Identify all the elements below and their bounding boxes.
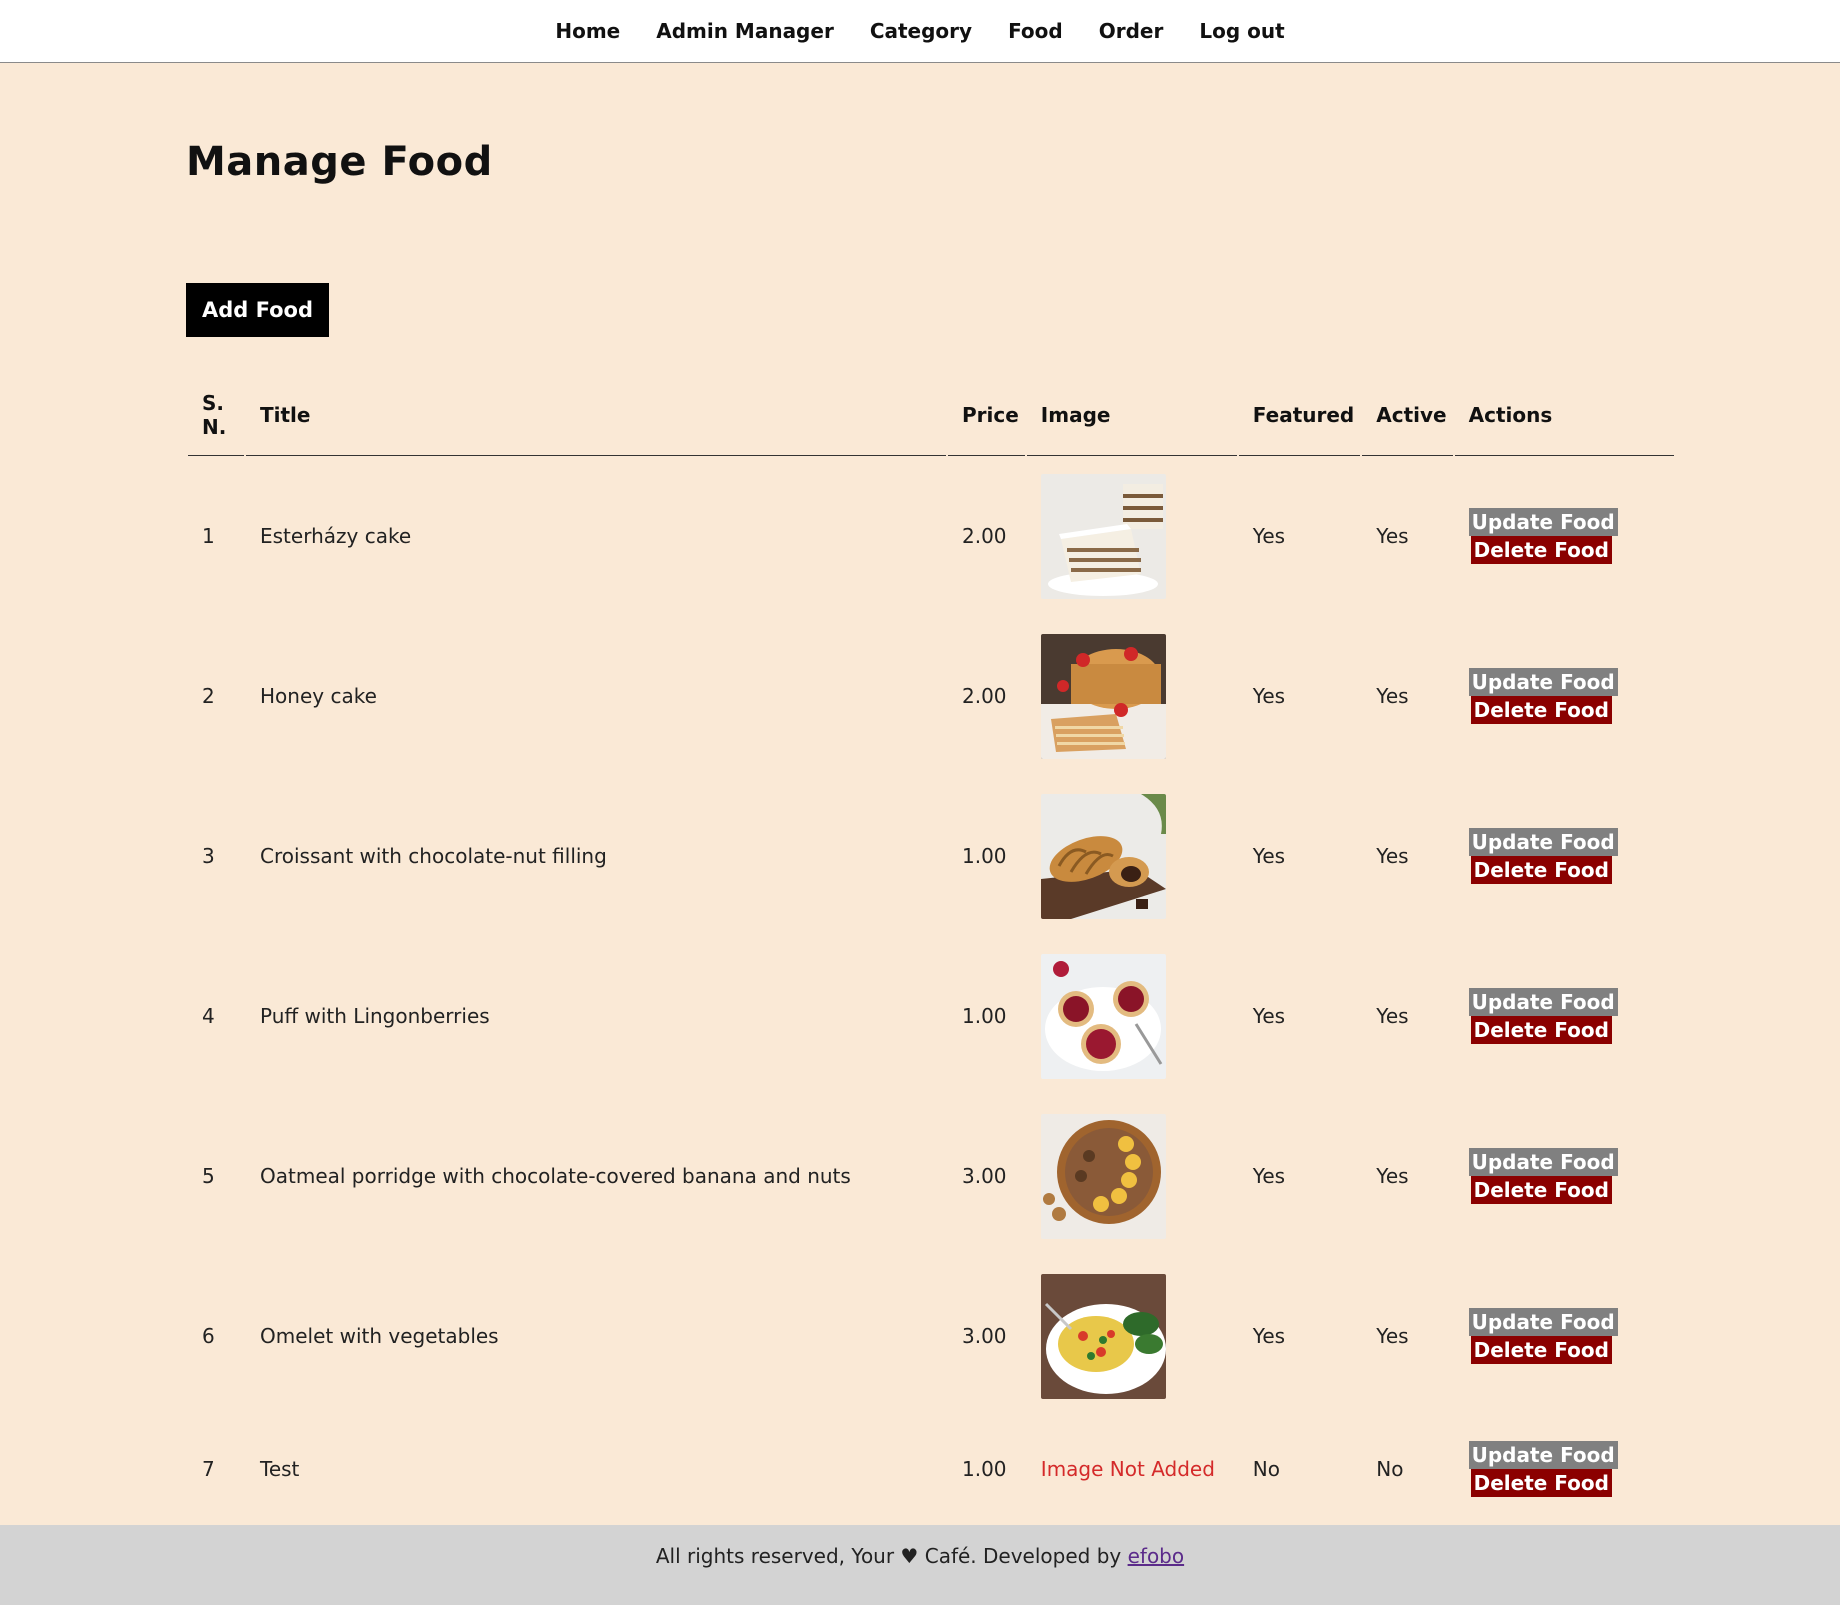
row-price: 3.00: [962, 1324, 1007, 1348]
row-sn: 7: [202, 1457, 215, 1481]
row-actions: Update FoodDelete Food: [1455, 1416, 1674, 1522]
delete-food-button[interactable]: Delete Food: [1470, 536, 1612, 564]
table-row: 6 Omelet with vegetables 3.00 Yes Yes Up…: [188, 1256, 1674, 1416]
row-title: Oatmeal porridge with chocolate-covered …: [260, 1164, 851, 1188]
header-image: Image: [1026, 373, 1237, 456]
row-actions: Update FoodDelete Food: [1455, 616, 1674, 776]
row-price: 1.00: [962, 1004, 1007, 1028]
row-featured: Yes: [1252, 524, 1286, 548]
row-title: Omelet with vegetables: [260, 1324, 499, 1348]
row-sn: 2: [202, 684, 215, 708]
row-actions: Update FoodDelete Food: [1455, 936, 1674, 1096]
omelet-image: [1040, 1273, 1166, 1399]
delete-food-button[interactable]: Delete Food: [1470, 1016, 1612, 1044]
row-title: Croissant with chocolate-nut filling: [260, 844, 607, 868]
image-not-added-text: Image Not Added: [1040, 1457, 1215, 1481]
table-row: 7 Test 1.00 Image Not Added No No Update…: [188, 1416, 1674, 1522]
oatmeal-porridge-image: [1040, 1113, 1166, 1239]
row-sn: 4: [202, 1004, 215, 1028]
update-food-button[interactable]: Update Food: [1468, 1148, 1618, 1176]
lingonberry-puff-image: [1040, 953, 1166, 1079]
header-sn: S. N.: [188, 373, 244, 456]
row-active: Yes: [1376, 1324, 1409, 1348]
update-food-button[interactable]: Update Food: [1468, 668, 1618, 696]
row-actions: Update FoodDelete Food: [1455, 776, 1674, 936]
row-active: Yes: [1376, 684, 1409, 708]
table-row: 1 Esterházy cake 2.00 Yes Yes Update Foo…: [188, 456, 1674, 616]
row-featured: Yes: [1252, 1004, 1286, 1028]
header-featured: Featured: [1238, 373, 1361, 456]
update-food-button[interactable]: Update Food: [1468, 1308, 1618, 1336]
delete-food-button[interactable]: Delete Food: [1470, 856, 1612, 884]
header-title: Title: [246, 373, 946, 456]
food-table: S. N. Title Price Image Featured Active …: [186, 373, 1676, 1522]
nav-logout-link[interactable]: Log out: [1181, 19, 1302, 43]
top-navigation: Home Admin Manager Category Food Order L…: [0, 0, 1840, 63]
nav-order-link[interactable]: Order: [1081, 19, 1182, 43]
row-title: Honey cake: [260, 684, 377, 708]
row-title: Esterházy cake: [260, 524, 412, 548]
footer: All rights reserved, Your ♥ Café. Develo…: [0, 1525, 1840, 1605]
row-featured: Yes: [1252, 684, 1286, 708]
row-active: Yes: [1376, 524, 1409, 548]
row-featured: Yes: [1252, 844, 1286, 868]
table-row: 4 Puff with Lingonberries 1.00 Yes Yes U…: [188, 936, 1674, 1096]
row-active: Yes: [1376, 1004, 1409, 1028]
table-header-row: S. N. Title Price Image Featured Active …: [188, 373, 1674, 456]
row-title: Test: [260, 1457, 300, 1481]
row-price: 2.00: [962, 524, 1007, 548]
row-actions: Update FoodDelete Food: [1455, 1256, 1674, 1416]
row-price: 1.00: [962, 1457, 1007, 1481]
page-title: Manage Food: [186, 139, 493, 185]
table-row: 3 Croissant with chocolate-nut filling 1…: [188, 776, 1674, 936]
croissant-image: [1040, 793, 1166, 919]
row-sn: 1: [202, 524, 215, 548]
header-price: Price: [948, 373, 1025, 456]
row-price: 3.00: [962, 1164, 1007, 1188]
delete-food-button[interactable]: Delete Food: [1470, 1176, 1612, 1204]
table-row: 2 Honey cake 2.00 Yes Yes Update FoodDel…: [188, 616, 1674, 776]
delete-food-button[interactable]: Delete Food: [1470, 1336, 1612, 1364]
update-food-button[interactable]: Update Food: [1468, 988, 1618, 1016]
row-sn: 6: [202, 1324, 215, 1348]
row-title: Puff with Lingonberries: [260, 1004, 490, 1028]
developer-link[interactable]: efobo: [1128, 1544, 1185, 1568]
delete-food-button[interactable]: Delete Food: [1470, 1469, 1612, 1497]
nav-admin-manager-link[interactable]: Admin Manager: [638, 19, 852, 43]
table-row: 5 Oatmeal porridge with chocolate-covere…: [188, 1096, 1674, 1256]
honey-cake-image: [1040, 633, 1166, 759]
row-featured: No: [1252, 1457, 1280, 1481]
update-food-button[interactable]: Update Food: [1468, 1441, 1618, 1469]
header-actions: Actions: [1454, 373, 1674, 456]
row-featured: Yes: [1252, 1164, 1286, 1188]
row-sn: 5: [202, 1164, 215, 1188]
row-active: Yes: [1376, 844, 1409, 868]
update-food-button[interactable]: Update Food: [1468, 828, 1618, 856]
row-active: Yes: [1376, 1164, 1409, 1188]
footer-text: All rights reserved, Your ♥ Café. Develo…: [655, 1544, 1122, 1568]
add-food-button[interactable]: Add Food: [186, 283, 330, 337]
nav-category-link[interactable]: Category: [852, 19, 990, 43]
row-actions: Update FoodDelete Food: [1455, 1096, 1674, 1256]
update-food-button[interactable]: Update Food: [1468, 508, 1618, 536]
row-actions: Update FoodDelete Food: [1455, 456, 1674, 616]
header-active: Active: [1362, 373, 1453, 456]
row-price: 1.00: [962, 844, 1007, 868]
esterhazy-cake-image: [1040, 473, 1166, 599]
nav-home-link[interactable]: Home: [537, 19, 638, 43]
main-content: Manage Food Add Food S. N. Title Price I…: [0, 63, 1676, 1522]
delete-food-button[interactable]: Delete Food: [1470, 696, 1612, 724]
row-sn: 3: [202, 844, 215, 868]
row-featured: Yes: [1252, 1324, 1286, 1348]
nav-food-link[interactable]: Food: [990, 19, 1081, 43]
row-active: No: [1376, 1457, 1404, 1481]
row-price: 2.00: [962, 684, 1007, 708]
